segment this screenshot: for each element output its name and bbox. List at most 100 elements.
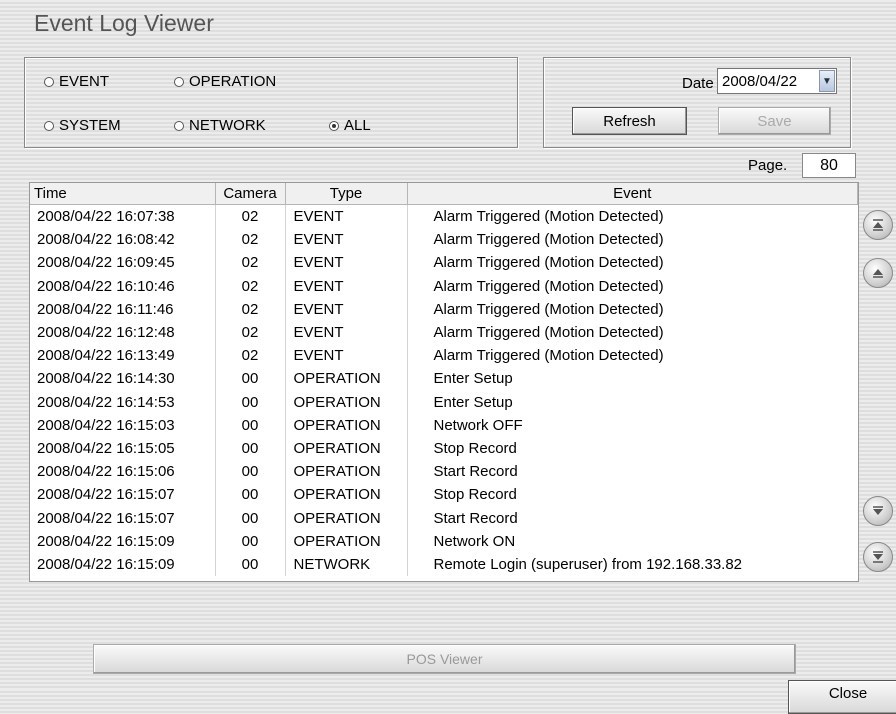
close-button[interactable]: Close <box>788 680 896 714</box>
cell-type: OPERATION <box>285 413 408 437</box>
cell-camera: 02 <box>215 228 286 252</box>
cell-event: Alarm Triggered (Motion Detected) <box>433 347 664 365</box>
cell-event: Enter Setup <box>433 393 513 411</box>
cell-type: EVENT <box>285 297 408 321</box>
cell-type: EVENT <box>285 344 408 368</box>
cell-event: Start Record <box>433 509 518 527</box>
prev-page-icon <box>873 269 883 278</box>
cell-type: OPERATION <box>285 529 408 553</box>
table-row[interactable]: 2008/04/22 16:15:07 00 OPERATION Stop Recor… <box>30 483 858 507</box>
cell-event: Start Record <box>433 463 518 481</box>
cell-type: NETWORK <box>285 552 408 576</box>
table-row[interactable]: 2008/04/22 16:15:03 00 OPERATION Network OF… <box>30 413 858 437</box>
cell-time: 2008/04/22 16:13:49 <box>30 344 216 368</box>
cell-camera: 02 <box>215 344 286 368</box>
pos-viewer-button[interactable]: POS Viewer <box>93 644 796 674</box>
cell-time: 2008/04/22 16:15:09 <box>30 529 216 553</box>
last-page-icon <box>873 551 883 563</box>
radio-operation[interactable]: OPERATION <box>174 73 276 90</box>
cell-camera: 00 <box>215 483 286 507</box>
cell-type: EVENT <box>285 204 408 229</box>
table-row[interactable]: 2008/04/22 16:11:46 02 EVENT Alarm Triggere… <box>30 297 858 321</box>
column-header-type[interactable]: Type <box>285 183 408 205</box>
prev-page-button[interactable] <box>863 258 893 288</box>
radio-event-label: EVENT <box>59 73 110 90</box>
table-row[interactable]: 2008/04/22 16:15:07 00 OPERATION Start Reco… <box>30 506 858 530</box>
radio-indicator <box>174 120 184 131</box>
column-header-time[interactable]: Time <box>30 183 216 205</box>
window-title: Event Log Viewer <box>34 10 214 36</box>
table-header-row: Time Camera Type Event <box>30 183 858 205</box>
radio-indicator-checked <box>329 120 339 131</box>
next-page-button[interactable] <box>863 496 893 526</box>
cell-event: Network OFF <box>433 416 523 434</box>
next-page-icon <box>873 506 883 515</box>
cell-type: EVENT <box>285 251 408 275</box>
cell-time: 2008/04/22 16:11:46 <box>30 297 216 321</box>
first-page-icon <box>873 219 883 231</box>
cell-event: Alarm Triggered (Motion Detected) <box>433 231 664 249</box>
cell-event: Alarm Triggered (Motion Detected) <box>433 254 664 272</box>
table-row[interactable]: 2008/04/22 16:10:46 02 EVENT Alarm Triggere… <box>30 274 858 298</box>
cell-event: Alarm Triggered (Motion Detected) <box>433 277 664 295</box>
cell-type: OPERATION <box>285 436 408 461</box>
table-row[interactable]: 2008/04/22 16:14:30 00 OPERATION Enter Setu… <box>30 367 858 391</box>
radio-indicator <box>44 76 54 87</box>
cell-event: Alarm Triggered (Motion Detected) <box>433 324 664 342</box>
date-value: 2008/04/22 <box>722 72 798 90</box>
cell-time: 2008/04/22 16:12:48 <box>30 320 216 345</box>
refresh-button[interactable]: Refresh <box>572 107 687 135</box>
table-row[interactable]: 2008/04/22 16:13:49 02 EVENT Alarm Triggere… <box>30 344 858 368</box>
cell-camera: 00 <box>215 460 286 484</box>
cell-type: EVENT <box>285 228 408 252</box>
save-button[interactable]: Save <box>718 107 831 135</box>
cell-time: 2008/04/22 16:09:45 <box>30 251 216 275</box>
cell-camera: 00 <box>215 390 286 414</box>
table-row[interactable]: 2008/04/22 16:07:38 02 EVENT Alarm Triggere… <box>30 204 858 229</box>
cell-time: 2008/04/22 16:15:05 <box>30 436 216 461</box>
table-row[interactable]: 2008/04/22 16:14:53 00 OPERATION Enter Setu… <box>30 390 858 414</box>
cell-camera: 00 <box>215 413 286 437</box>
radio-operation-label: OPERATION <box>189 73 277 90</box>
cell-camera: 02 <box>215 204 286 229</box>
column-header-event[interactable]: Event <box>407 183 858 205</box>
first-page-button[interactable] <box>863 210 893 240</box>
radio-event[interactable]: EVENT <box>44 73 109 90</box>
radio-indicator <box>44 120 54 131</box>
table-row[interactable]: 2008/04/22 16:15:09 00 OPERATION Network ON <box>30 529 858 553</box>
table-row[interactable]: 2008/04/22 16:08:42 02 EVENT Alarm Triggere… <box>30 228 858 252</box>
event-log-table[interactable]: Time Camera Type Event 2008/04/22 16:07:… <box>29 182 859 582</box>
cell-time: 2008/04/22 16:15:07 <box>30 483 216 507</box>
radio-all[interactable]: ALL <box>329 117 371 134</box>
table-row[interactable]: 2008/04/22 16:15:06 00 OPERATION Start Reco… <box>30 460 858 484</box>
table-row[interactable]: 2008/04/22 16:15:05 00 OPERATION Stop Recor… <box>30 436 858 461</box>
cell-type: OPERATION <box>285 506 408 530</box>
cell-time: 2008/04/22 16:15:07 <box>30 506 216 530</box>
cell-type: EVENT <box>285 274 408 298</box>
cell-event: Alarm Triggered (Motion Detected) <box>433 300 664 318</box>
cell-type: OPERATION <box>285 483 408 507</box>
table-row[interactable]: 2008/04/22 16:09:45 02 EVENT Alarm Triggere… <box>30 251 858 275</box>
date-select[interactable]: 2008/04/22 ▼ <box>717 68 837 94</box>
cell-camera: 02 <box>215 251 286 275</box>
radio-network[interactable]: NETWORK <box>174 117 266 134</box>
table-row[interactable]: 2008/04/22 16:15:09 00 NETWORK Remote Login… <box>30 552 858 576</box>
cell-camera: 00 <box>215 552 286 576</box>
last-page-button[interactable] <box>863 542 893 572</box>
cell-time: 2008/04/22 16:10:46 <box>30 274 216 298</box>
cell-type: OPERATION <box>285 460 408 484</box>
radio-network-label: NETWORK <box>189 117 266 134</box>
cell-camera: 00 <box>215 529 286 553</box>
radio-system-label: SYSTEM <box>59 117 121 134</box>
table-row[interactable]: 2008/04/22 16:12:48 02 EVENT Alarm Triggere… <box>30 320 858 345</box>
cell-camera: 00 <box>215 367 286 391</box>
cell-camera: 02 <box>215 297 286 321</box>
column-header-camera[interactable]: Camera <box>215 183 286 205</box>
close-button-label: Close <box>828 684 868 702</box>
radio-system[interactable]: SYSTEM <box>44 117 121 134</box>
cell-event: Stop Record <box>433 439 517 457</box>
filter-group <box>24 57 518 148</box>
chevron-down-icon[interactable]: ▼ <box>819 70 835 92</box>
cell-event: Alarm Triggered (Motion Detected) <box>433 208 664 226</box>
radio-indicator <box>174 76 184 87</box>
